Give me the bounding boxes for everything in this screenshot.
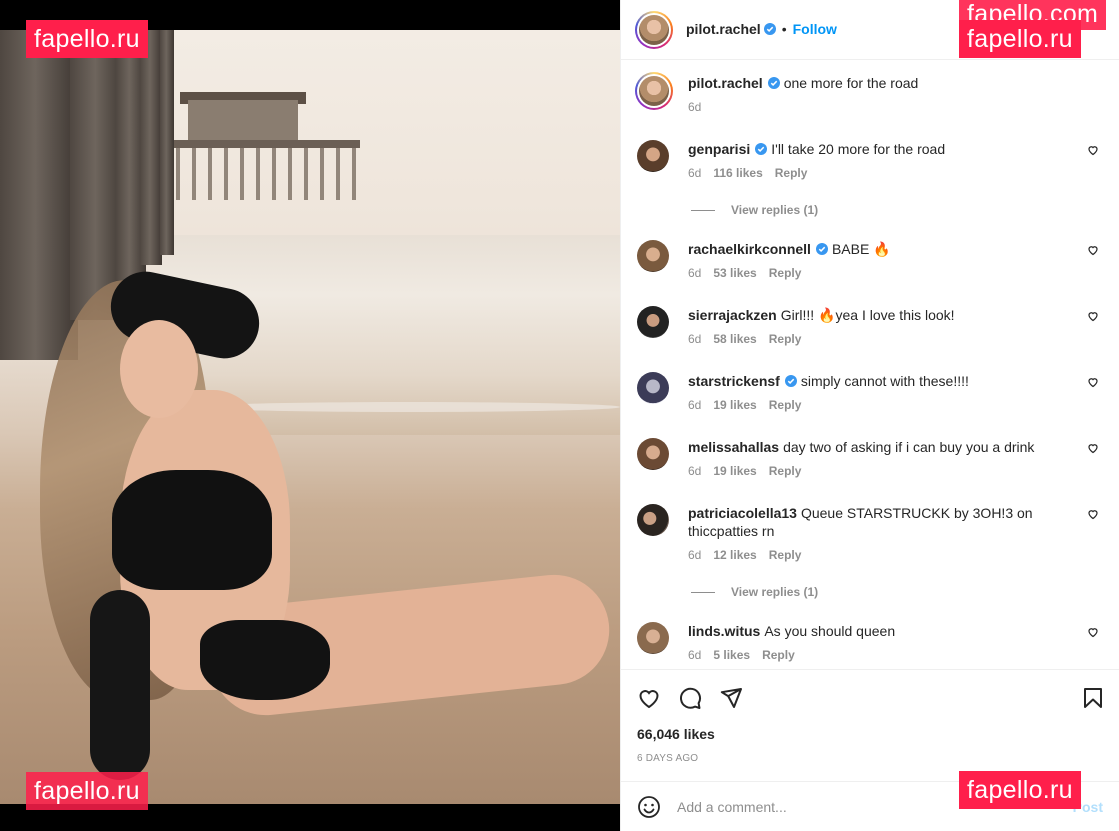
reply-button[interactable]: Reply	[769, 266, 802, 280]
comment-icon[interactable]	[678, 686, 702, 710]
verified-icon	[763, 23, 776, 35]
verified-icon	[767, 77, 780, 89]
post-media[interactable]: fapello.ru fapello.ru	[0, 0, 620, 831]
comment-likes[interactable]: 53 likes	[713, 266, 756, 280]
comment-likes[interactable]: 19 likes	[713, 398, 756, 412]
separator-dot: •	[781, 21, 787, 37]
comment-age: 6d	[688, 398, 702, 412]
caption-age: 6d	[688, 100, 702, 114]
verified-icon	[755, 143, 768, 155]
comment-username[interactable]: genparisi	[688, 141, 750, 157]
heart-icon[interactable]	[1087, 376, 1099, 388]
reply-button[interactable]: Reply	[769, 464, 802, 478]
pier-pillar	[160, 30, 174, 255]
comment-likes[interactable]: 116 likes	[713, 166, 762, 180]
bookmark-icon[interactable]	[1081, 686, 1105, 710]
wave-foam	[200, 402, 620, 412]
reply-button[interactable]: Reply	[775, 166, 808, 180]
comment-username[interactable]: linds.witus	[688, 623, 760, 639]
avatar[interactable]	[635, 72, 673, 110]
watermark: fapello.ru	[959, 20, 1081, 58]
reply-button[interactable]: Reply	[769, 332, 802, 346]
comment-text: BABE 🔥	[831, 241, 891, 257]
heart-icon[interactable]	[1087, 508, 1099, 520]
comment-age: 6d	[688, 548, 702, 562]
comment-age: 6d	[688, 166, 702, 180]
view-replies-label: View replies (1)	[731, 203, 819, 217]
post-actions: 66,046 likes 6 DAYS AGO	[621, 669, 1119, 781]
comment-text: day two of asking if i can buy you a dri…	[783, 439, 1035, 455]
post-photo[interactable]	[0, 30, 620, 804]
view-replies-button[interactable]: View replies (1)	[691, 585, 818, 599]
comment-likes[interactable]: 19 likes	[713, 464, 756, 478]
comment-input[interactable]	[677, 794, 1007, 820]
comment-text: Girl!!! 🔥yea I love this look!	[780, 307, 955, 323]
watermark: fapello.ru	[26, 772, 148, 810]
reply-button[interactable]: Reply	[769, 398, 802, 412]
comment-likes[interactable]: 12 likes	[713, 548, 756, 562]
comment-age: 6d	[688, 464, 702, 478]
avatar[interactable]	[637, 372, 669, 404]
comment-age: 6d	[688, 332, 702, 346]
verified-icon	[784, 375, 797, 387]
caption-text: one more for the road	[783, 75, 919, 91]
heart-icon[interactable]	[1087, 310, 1099, 322]
avatar[interactable]	[637, 240, 669, 272]
comment-age: 6d	[688, 648, 702, 662]
comment-text: As you should queen	[764, 623, 896, 639]
author-username[interactable]: pilot.rachel	[686, 21, 761, 37]
comment-username[interactable]: rachaelkirkconnell	[688, 241, 811, 257]
pier-legs	[176, 148, 356, 200]
avatar[interactable]	[635, 11, 673, 49]
comment-text: I'll take 20 more for the road	[771, 141, 946, 157]
comments-list[interactable]: pilot.rachel one more for the road 6d gen…	[621, 61, 1119, 668]
comment-username[interactable]: patriciacolella13	[688, 505, 797, 521]
avatar[interactable]	[637, 504, 669, 536]
post-date[interactable]: 6 DAYS AGO	[637, 753, 698, 764]
view-replies-button[interactable]: View replies (1)	[691, 203, 818, 217]
reply-button[interactable]: Reply	[762, 648, 795, 662]
comment-username[interactable]: starstrickensf	[688, 373, 780, 389]
watermark: fapello.ru	[26, 20, 148, 58]
avatar[interactable]	[637, 622, 669, 654]
pier-pillar	[140, 30, 162, 265]
model-head	[120, 320, 198, 418]
follow-button[interactable]: Follow	[793, 21, 837, 37]
avatar[interactable]	[637, 438, 669, 470]
model-arm	[90, 590, 150, 780]
model-top	[112, 470, 272, 590]
comment-username[interactable]: melissahallas	[688, 439, 779, 455]
comment-likes[interactable]: 58 likes	[713, 332, 756, 346]
emoji-icon[interactable]	[637, 795, 661, 819]
send-icon[interactable]	[719, 686, 743, 710]
comment-text: simply cannot with these!!!!	[800, 373, 969, 389]
pier-building	[188, 100, 298, 140]
watermark: fapello.ru	[959, 771, 1081, 809]
heart-icon[interactable]	[1087, 144, 1099, 156]
avatar[interactable]	[637, 140, 669, 172]
post-sidebar: pilot.rachel • Follow pilot.rachel one more…	[620, 0, 1119, 831]
reply-button[interactable]: Reply	[769, 548, 802, 562]
heart-icon[interactable]	[1087, 244, 1099, 256]
view-replies-label: View replies (1)	[731, 585, 819, 599]
pier-pillar	[0, 30, 78, 360]
likes-count[interactable]: 66,046 likes	[637, 726, 715, 742]
model-bottom	[200, 620, 330, 700]
heart-icon[interactable]	[1087, 626, 1099, 638]
comment-username[interactable]: sierrajackzen	[688, 307, 777, 323]
comment-likes[interactable]: 5 likes	[713, 648, 750, 662]
author-username[interactable]: pilot.rachel	[688, 75, 763, 91]
heart-icon[interactable]	[637, 686, 661, 710]
avatar[interactable]	[637, 306, 669, 338]
heart-icon[interactable]	[1087, 442, 1099, 454]
pier-deck	[170, 140, 360, 148]
comment-age: 6d	[688, 266, 702, 280]
verified-icon	[815, 243, 828, 255]
